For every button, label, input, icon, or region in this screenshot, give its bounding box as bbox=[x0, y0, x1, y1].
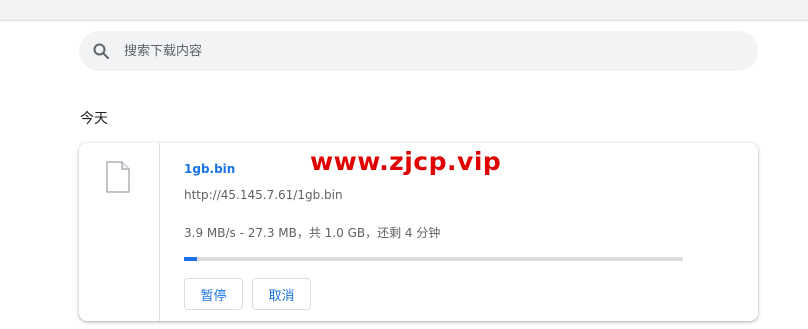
cancel-button[interactable]: 取消 bbox=[252, 278, 311, 310]
search-icon[interactable] bbox=[92, 42, 110, 60]
download-url: http://45.145.7.61/1gb.bin bbox=[184, 188, 343, 202]
download-progress-bar bbox=[184, 257, 683, 261]
pause-button[interactable]: 暂停 bbox=[184, 278, 243, 310]
search-bar[interactable] bbox=[79, 31, 758, 71]
watermark-text: www.zjcp.vip bbox=[310, 147, 502, 176]
download-filename-link[interactable]: 1gb.bin bbox=[184, 162, 235, 176]
date-section-heading: 今天 bbox=[80, 111, 108, 127]
download-progress-fill bbox=[184, 257, 198, 261]
file-icon bbox=[106, 161, 130, 193]
top-toolbar-strip bbox=[0, 0, 808, 21]
search-input[interactable] bbox=[124, 31, 744, 71]
download-status-text: 3.9 MB/s - 27.3 MB，共 1.0 GB，还剩 4 分钟 bbox=[184, 226, 441, 240]
file-icon-column bbox=[79, 143, 160, 321]
